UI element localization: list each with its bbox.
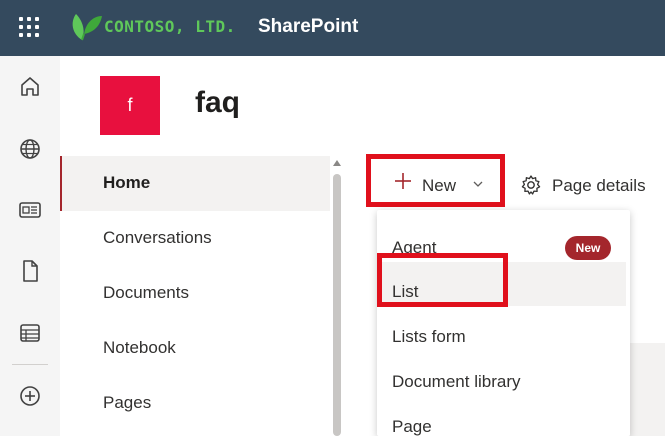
nav-item-label: Notebook (103, 338, 176, 357)
scroll-up-arrow-icon[interactable] (333, 160, 341, 166)
new-badge: New (565, 236, 611, 260)
nav-item-home[interactable]: Home (60, 156, 330, 211)
brand-logo-text: CONTOSO, LTD. (104, 17, 236, 36)
highlight-box-new (366, 154, 505, 207)
new-dropdown-menu: Agent New List Lists form Document libra… (377, 210, 630, 436)
menu-item-label: Lists form (392, 327, 466, 346)
menu-item-lists-form[interactable]: Lists form (377, 307, 630, 351)
site-title[interactable]: faq (195, 86, 240, 120)
menu-item-label: Document library (392, 372, 521, 391)
scroll-thumb[interactable] (333, 174, 341, 436)
home-icon[interactable] (17, 74, 43, 100)
site-navigation: Home Conversations Documents Notebook Pa… (60, 156, 330, 436)
list-icon[interactable] (17, 320, 43, 346)
menu-item-page[interactable]: Page (377, 397, 630, 436)
app-bar (0, 56, 60, 436)
app-bar-divider (12, 364, 48, 365)
app-launcher-icon[interactable] (17, 15, 41, 39)
nav-item-label: Documents (103, 283, 189, 302)
nav-item-label: Conversations (103, 228, 212, 247)
nav-scrollbar[interactable] (330, 156, 344, 436)
menu-item-document-library[interactable]: Document library (377, 352, 630, 396)
news-icon[interactable] (17, 197, 43, 223)
app-name[interactable]: SharePoint (258, 16, 358, 38)
nav-item-documents[interactable]: Documents (60, 266, 330, 321)
site-logo[interactable]: f (100, 76, 160, 135)
gear-icon (521, 175, 541, 195)
globe-icon[interactable] (17, 136, 43, 162)
menu-item-label: Page (392, 417, 432, 436)
nav-item-conversations[interactable]: Conversations (60, 211, 330, 266)
nav-item-label: Pages (103, 393, 152, 412)
page-details-label: Page details (552, 176, 646, 195)
nav-item-notebook[interactable]: Notebook (60, 321, 330, 376)
active-indicator (60, 156, 62, 211)
suite-header: CONTOSO, LTD. SharePoint (0, 0, 665, 56)
nav-item-pages[interactable]: Pages (60, 376, 330, 431)
nav-item-label: Home (103, 173, 151, 192)
add-icon[interactable] (17, 383, 43, 409)
content-pane-edge (630, 343, 665, 436)
highlight-box-list (377, 253, 508, 307)
file-icon[interactable] (17, 258, 43, 284)
contoso-leaf-icon (72, 14, 102, 41)
